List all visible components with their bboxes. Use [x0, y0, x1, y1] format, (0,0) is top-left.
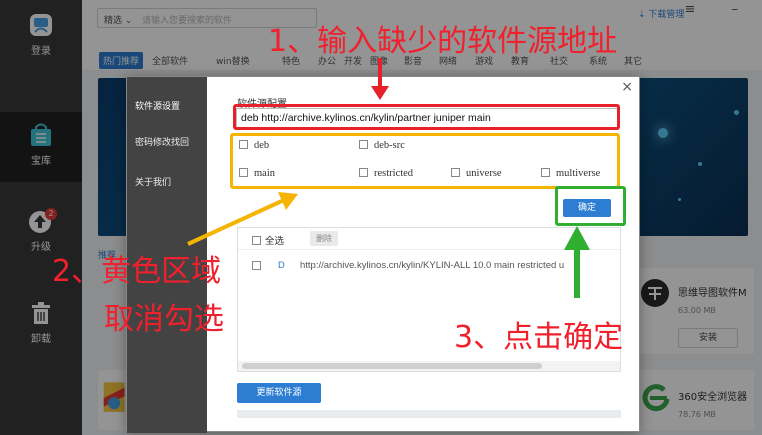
annotation-step2-line1: 2、黄色区域 — [52, 254, 222, 289]
row-url: http://archive.kylinos.cn/kylin/KYLIN-AL… — [300, 260, 565, 271]
highlight-red-box — [233, 104, 620, 130]
scrollbar-thumb[interactable] — [242, 363, 542, 369]
source-list-header: 全选 删除 — [238, 228, 620, 250]
horizontal-scrollbar[interactable] — [238, 361, 620, 371]
row-type: D — [278, 260, 285, 271]
annotation-step2-line2: 取消勾选 — [104, 302, 224, 337]
row-checkbox[interactable] — [252, 261, 261, 270]
dialog-footer-strip — [237, 410, 621, 418]
source-row[interactable]: D http://archive.kylinos.cn/kylin/KYLIN-… — [238, 256, 620, 278]
select-all-label: 全选 — [265, 236, 285, 247]
menu-password-recovery[interactable]: 密码修改找回 — [135, 135, 189, 148]
checkbox-box — [252, 236, 261, 245]
highlight-green-box — [555, 186, 626, 226]
menu-about[interactable]: 关于我们 — [135, 175, 171, 188]
annotation-step1: 1、输入缺少的软件源地址 — [268, 24, 618, 59]
annotation-step3: 3、点击确定 — [454, 320, 624, 355]
select-all-checkbox[interactable]: 全选 — [252, 233, 284, 247]
menu-source-settings[interactable]: 软件源设置 — [135, 99, 180, 112]
close-icon[interactable]: × — [621, 79, 633, 95]
highlight-yellow-box — [230, 133, 620, 189]
update-sources-button[interactable]: 更新软件源 — [237, 383, 321, 403]
software-center-window: 登录 宝库 2 升级 卸载 精选 ⌄ 请输入您要搜索的软件 ⇣ 下载管理 ≡ –… — [0, 0, 762, 435]
delete-button[interactable]: 删除 — [310, 231, 338, 246]
